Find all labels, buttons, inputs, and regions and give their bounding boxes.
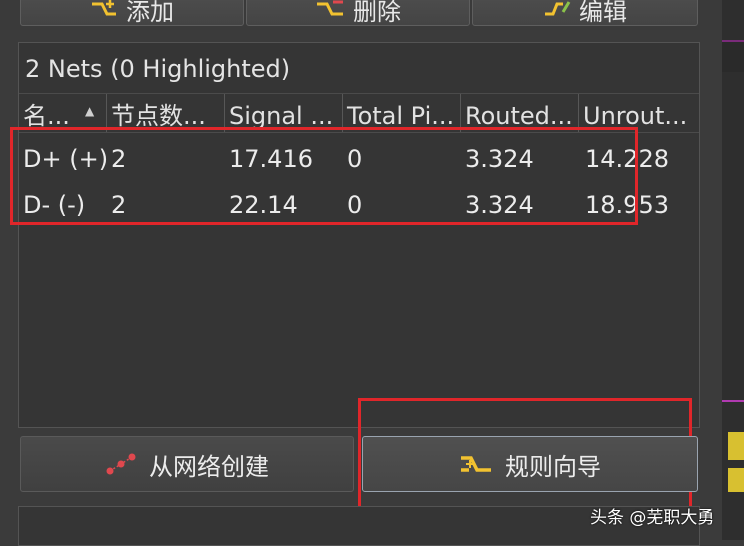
watermark: 头条 @芜职大勇 — [590, 508, 715, 528]
signal-length-cell: 22.14 — [229, 191, 298, 219]
unrouted-cell: 14.228 — [585, 145, 669, 173]
column-header-routed[interactable]: Routed... — [461, 94, 579, 132]
rule-wizard-icon — [459, 451, 493, 477]
column-header-signal-length[interactable]: Signal ... — [225, 94, 343, 132]
column-header-node-count[interactable]: 节点数... — [107, 94, 225, 132]
rule-wizard-button[interactable]: 规则向导 — [362, 436, 698, 492]
sort-ascending-icon: ▲ — [85, 104, 95, 118]
node-count-cell: 2 — [111, 145, 127, 173]
top-toolbar: 添加 删除 编辑 — [0, 0, 744, 30]
routed-cell: 3.324 — [465, 191, 534, 219]
total-pin-cell: 0 — [347, 145, 363, 173]
delete-button-label: 删除 — [353, 0, 401, 26]
edit-button-label: 编辑 — [579, 0, 627, 26]
delete-rule-icon — [315, 0, 345, 20]
pcb-canvas-edge — [722, 0, 744, 540]
net-name-cell: D- (-) — [23, 191, 86, 219]
net-count-title: 2 Nets (0 Highlighted) — [19, 43, 699, 94]
routed-cell: 3.324 — [465, 145, 534, 173]
add-button[interactable]: 添加 — [20, 0, 244, 26]
add-rule-icon — [90, 0, 118, 20]
net-name-cell: D+ (+) — [23, 145, 109, 173]
net-list-panel: 2 Nets (0 Highlighted) 名... ▲ 节点数... Sig… — [18, 42, 700, 428]
table-row[interactable]: D- (-) 2 22.14 0 3.324 18.953 — [19, 179, 699, 225]
add-button-label: 添加 — [126, 0, 174, 26]
column-header-unrouted[interactable]: Unrout... — [579, 94, 699, 132]
create-from-net-label: 从网络创建 — [149, 452, 269, 481]
rule-wizard-label: 规则向导 — [505, 452, 601, 481]
total-pin-cell: 0 — [347, 191, 363, 219]
net-link-icon — [105, 452, 137, 476]
net-table-header: 名... ▲ 节点数... Signal ... Total Pi... Rou… — [19, 94, 699, 133]
edit-rule-icon — [543, 0, 571, 20]
edit-button[interactable]: 编辑 — [472, 0, 698, 26]
delete-button[interactable]: 删除 — [246, 0, 470, 26]
node-count-cell: 2 — [111, 191, 127, 219]
signal-length-cell: 17.416 — [229, 145, 313, 173]
column-header-total-pin[interactable]: Total Pi... — [343, 94, 461, 132]
unrouted-cell: 18.953 — [585, 191, 669, 219]
table-row[interactable]: D+ (+) 2 17.416 0 3.324 14.228 — [19, 133, 699, 179]
create-from-net-button[interactable]: 从网络创建 — [20, 436, 354, 492]
